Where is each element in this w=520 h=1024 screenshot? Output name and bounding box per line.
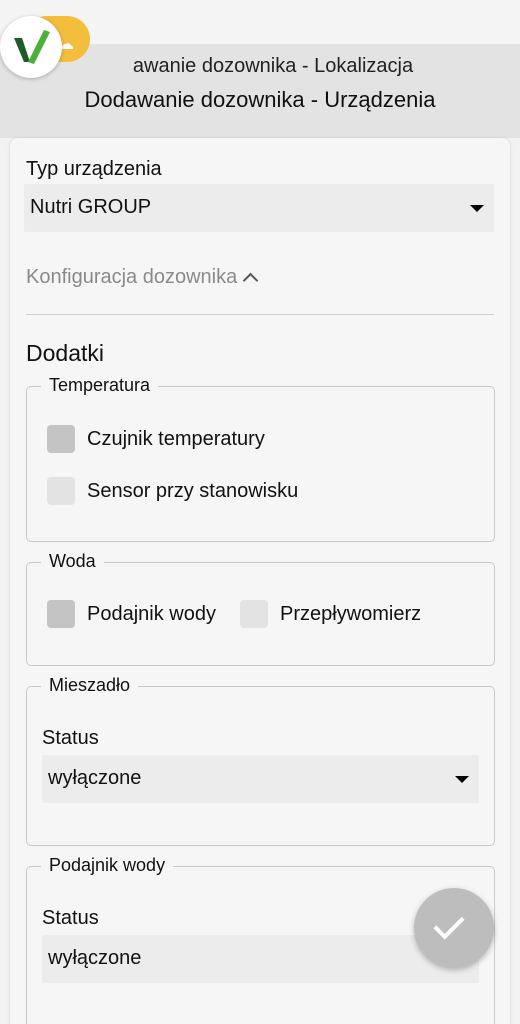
- checkbox-label: Przepływomierz: [280, 602, 422, 625]
- caret-down-icon: [470, 205, 484, 212]
- device-type-label: Typ urządzenia: [26, 158, 162, 180]
- device-type-select[interactable]: Nutri GROUP: [24, 184, 494, 232]
- water-feeder-status-select[interactable]: wyłączone: [42, 935, 479, 983]
- station-sensor-option[interactable]: Sensor przy stanowisku: [47, 477, 298, 505]
- water-feeder-option[interactable]: Podajnik wody: [47, 600, 216, 628]
- mixer-group: Mieszadło Status wyłączone: [26, 675, 495, 846]
- temperature-sensor-option[interactable]: Czujnik temperatury: [47, 425, 265, 453]
- device-form-card: Typ urządzenia Nutri GROUP Konfiguracja …: [10, 138, 510, 1024]
- caret-down-icon: [455, 776, 469, 783]
- mixer-status-value: wyłączone: [48, 767, 142, 789]
- app-logo-icon[interactable]: ☁: [0, 16, 92, 80]
- water-group: Woda Podajnik wody Przepływomierz: [26, 551, 495, 666]
- device-type-value: Nutri GROUP: [30, 196, 152, 218]
- checkbox[interactable]: [240, 600, 268, 628]
- temperature-group: Temperatura Czujnik temperatury Sensor p…: [26, 375, 495, 542]
- checkbox[interactable]: [47, 477, 75, 505]
- flowmeter-option[interactable]: Przepływomierz: [240, 600, 421, 628]
- chevron-up-icon: [242, 272, 259, 289]
- divider: [26, 314, 494, 315]
- checkbox-label: Czujnik temperatury: [87, 427, 265, 450]
- temperature-legend: Temperatura: [41, 375, 159, 396]
- mixer-status-label: Status: [42, 727, 99, 749]
- config-toggle-label: Konfiguracja dozownika: [26, 266, 238, 288]
- config-toggle[interactable]: Konfiguracja dozownika: [26, 266, 259, 289]
- water-feeder-status-label: Status: [42, 907, 99, 929]
- check-icon: [433, 908, 465, 940]
- mixer-status-select[interactable]: wyłączone: [42, 755, 479, 803]
- water-legend: Woda: [41, 551, 104, 572]
- page-title: Dodawanie dozownika - Urządzenia: [84, 87, 436, 112]
- confirm-button[interactable]: [414, 888, 494, 968]
- extras-title: Dodatki: [26, 340, 104, 366]
- water-feeder-status-value: wyłączone: [48, 947, 142, 969]
- logo-circle: [0, 16, 62, 78]
- checkbox-label: Podajnik wody: [87, 602, 216, 625]
- checkbox[interactable]: [47, 425, 75, 453]
- logo-check-icon: [14, 30, 50, 64]
- checkbox[interactable]: [47, 600, 75, 628]
- mixer-legend: Mieszadło: [41, 675, 139, 696]
- checkbox-label: Sensor przy stanowisku: [87, 479, 299, 502]
- water-feeder-legend: Podajnik wody: [41, 855, 174, 876]
